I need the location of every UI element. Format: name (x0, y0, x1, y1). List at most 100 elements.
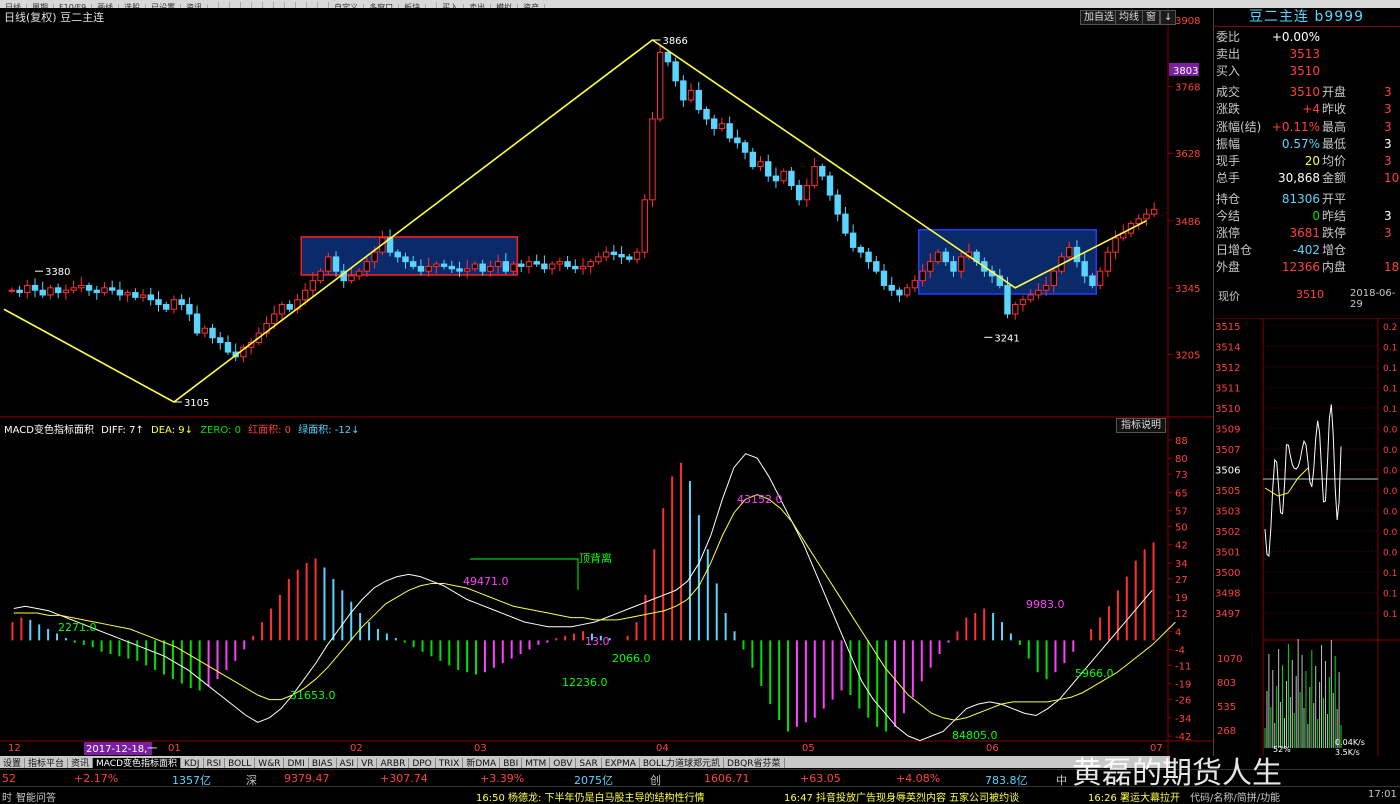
quote-label: 总手 (1216, 170, 1241, 185)
indicator-tab[interactable]: DMI (284, 758, 309, 768)
indicator-tab[interactable]: W&R (255, 758, 285, 768)
candle-body (47, 287, 54, 296)
indicator-tab[interactable]: ARBR (377, 758, 410, 768)
macd-annotation: 84805.0 (952, 729, 998, 742)
indicator-tab[interactable]: 资讯 (68, 758, 94, 768)
intraday-pct-tick: 0.0 (1383, 426, 1398, 436)
candle-body (471, 263, 479, 270)
candle-body (132, 292, 139, 298)
quote-value: 20 (1304, 153, 1320, 168)
quote-label: 跌停 (1322, 226, 1347, 241)
candle-body (1089, 275, 1096, 286)
current-price-tag-label: 3803 (1173, 66, 1198, 77)
intraday-chart[interactable]: 3515 0.2 3514 0.1 3512 0.1 3511 0.1 3510 0.1 3509 0… (1213, 318, 1400, 756)
indicator-tab[interactable]: VR (358, 758, 378, 768)
indicator-tab[interactable]: ASI (337, 758, 359, 768)
intraday-price-tick: 3500 (1215, 568, 1240, 579)
quote-value: 30,868 (1278, 170, 1320, 185)
intraday-pct-tick: 0.0 (1383, 467, 1398, 477)
indicator-tab[interactable]: OBV (550, 758, 577, 768)
price-tick-label: 3768 (1175, 83, 1200, 94)
candle-body (1143, 213, 1150, 220)
candle-body (209, 327, 216, 339)
indicator-tab[interactable]: TRIX (436, 758, 464, 768)
indicator-tab[interactable]: BOLL力道球郑元凯 (640, 758, 725, 768)
indicator-tab[interactable]: 新DMA (463, 758, 501, 768)
index-bar-item: 1606.71 (704, 772, 750, 785)
candle-body (703, 108, 710, 120)
quote-label: 日增仓 (1216, 243, 1253, 258)
intraday-price-tick: 3501 (1215, 548, 1240, 559)
indicator-tab[interactable]: KDJ (181, 758, 204, 768)
window-button[interactable]: 窗 (1142, 10, 1160, 25)
indicator-tab[interactable]: 指标平台 (25, 758, 69, 768)
indicator-tab[interactable]: DBQR省芬菜 (724, 758, 785, 768)
macd-tick-label: 19 (1175, 593, 1188, 604)
main-chart-area[interactable]: 3908 3768 3628 3486 3345 3205 3803 3866 3105 3380… (0, 8, 1213, 756)
price-tick-label: 3205 (1175, 350, 1200, 361)
indicator-tab[interactable]: MTM (522, 758, 551, 768)
intraday-price-tick: 3515 (1215, 322, 1240, 333)
macd-tick-label: 42 (1175, 541, 1188, 552)
candle-body (410, 261, 417, 267)
quote-label: 卖出 (1216, 47, 1241, 62)
moving-average-button[interactable]: 均线 (1115, 10, 1143, 25)
quote-value: 3 (1384, 209, 1392, 223)
quote-label: 昨结 (1322, 209, 1347, 223)
candle-body (116, 289, 124, 296)
indicator-tab[interactable]: BOLL (225, 758, 256, 768)
quote-label: 今结 (1216, 209, 1241, 223)
candle-body (1004, 284, 1011, 315)
candle-body (1096, 270, 1104, 286)
collapse-button[interactable]: ↓ (1160, 10, 1177, 25)
date-tick-label: 03 (474, 743, 487, 754)
candle-body (718, 123, 726, 129)
macd-tick-label: -11 (1175, 661, 1191, 672)
macd-tick-label: 34 (1175, 559, 1188, 570)
index-bar-item: +4.08% (896, 772, 941, 785)
candle-body (440, 263, 448, 267)
candle-body (510, 263, 517, 272)
candle-body (201, 327, 209, 334)
indicator-tab[interactable]: DPO (409, 758, 436, 768)
candle-body (788, 170, 795, 187)
candle-body (1081, 261, 1088, 277)
intraday-price-tick: 3502 (1215, 527, 1240, 538)
indicator-tab[interactable]: BIAS (309, 758, 337, 768)
candle-body (757, 161, 764, 168)
add-watchlist-button[interactable]: 加自选 (1080, 10, 1118, 25)
candle-body (672, 61, 679, 82)
candle-body (541, 263, 548, 270)
indicator-tab[interactable]: 设置 (0, 758, 26, 768)
candle-body (919, 270, 926, 282)
quote-row: 日增仓 -402 增仓 (1216, 242, 1400, 259)
candle-body (888, 284, 895, 291)
indicator-tab[interactable]: RSI (204, 758, 226, 768)
quote-label: 最高 (1322, 119, 1347, 134)
indicator-tab[interactable]: SAR (576, 758, 602, 768)
volume-tick: 268 (1217, 726, 1236, 737)
index-bar-item: +307.74 (380, 772, 428, 785)
candle-body (780, 170, 787, 182)
indicator-tab[interactable]: BBI (500, 758, 523, 768)
candle-body (139, 294, 147, 298)
candle-body (896, 289, 903, 296)
indicator-tab[interactable]: EXPMA (602, 758, 640, 768)
candle-body (93, 289, 100, 294)
candle-body (564, 261, 571, 267)
macd-annotation: 顶背离 (579, 551, 612, 565)
candle-body (301, 289, 309, 301)
quote-label: 涨幅(结) (1216, 119, 1262, 134)
candle-body (842, 213, 849, 234)
quote-row: 涨幅(结) +0.11% 最高 3 (1216, 119, 1400, 136)
quote-label: 委比 (1216, 30, 1241, 44)
intraday-price-tick: 3514 (1215, 343, 1240, 354)
candle-body (911, 280, 919, 289)
candle-body (595, 256, 602, 263)
indicator-tab[interactable]: MACD变色指标面积 (93, 758, 182, 768)
macd-tick-label: -4 (1175, 645, 1185, 656)
candle-body (502, 261, 510, 272)
candle-body (425, 265, 432, 272)
indicator-help-button[interactable]: 指标说明 (1116, 418, 1166, 433)
candle-body (749, 151, 756, 168)
